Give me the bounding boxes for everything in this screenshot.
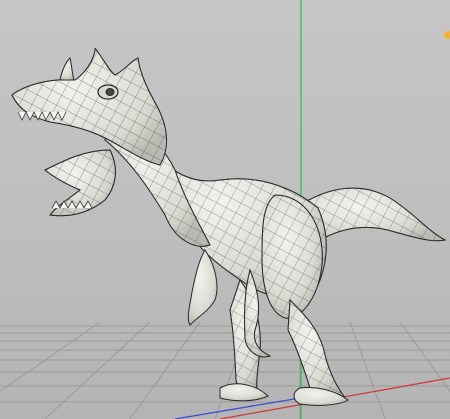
viewport-canvas[interactable] xyxy=(0,0,450,419)
dinosaur-mesh[interactable] xyxy=(11,47,447,406)
ground-grid xyxy=(0,321,450,419)
light-icon[interactable] xyxy=(444,31,450,39)
3d-viewport[interactable] xyxy=(0,0,450,419)
